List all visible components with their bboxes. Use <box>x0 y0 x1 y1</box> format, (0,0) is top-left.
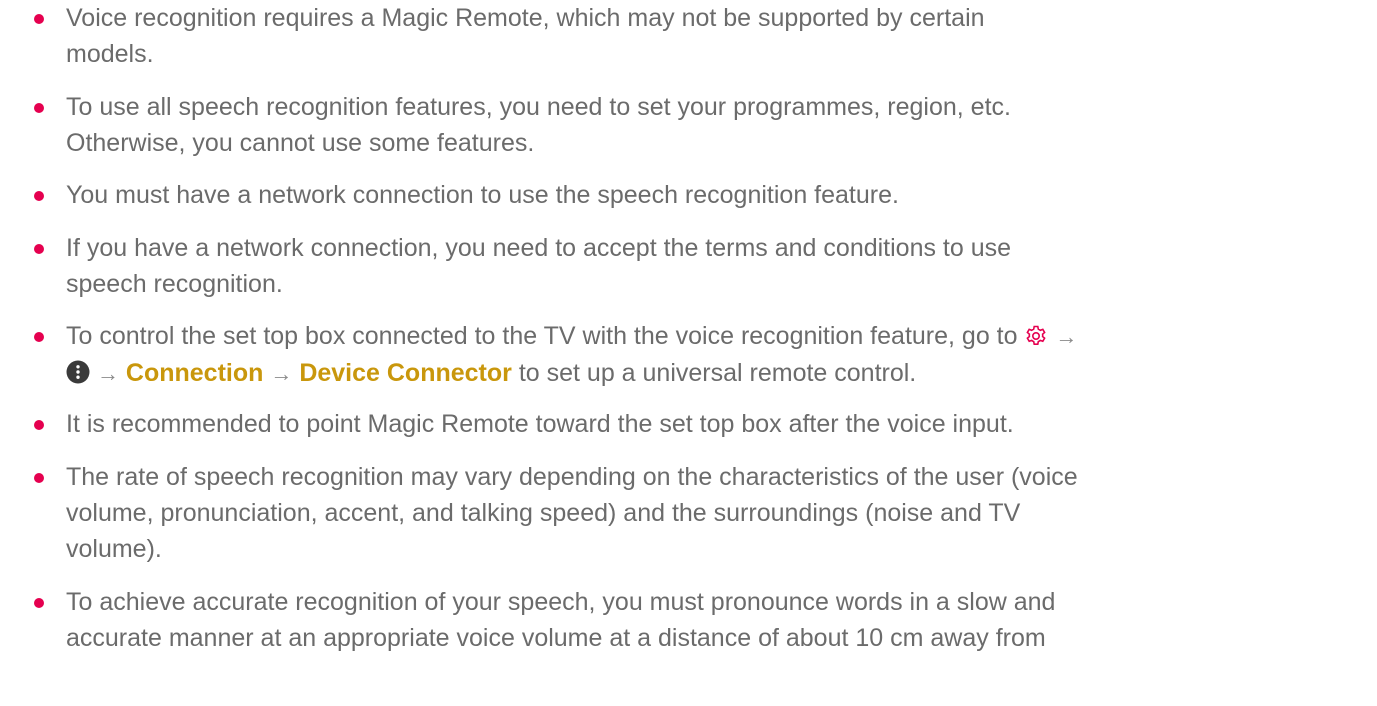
note-line: volume). <box>66 535 162 563</box>
note-text: To control the set top box connected to … <box>66 322 1018 350</box>
note-line: The rate of speech recognition may vary … <box>66 463 1078 491</box>
note-line: speech recognition. <box>66 270 283 298</box>
note-line: Otherwise, you cannot use some features. <box>66 129 535 157</box>
bullet-icon <box>34 191 44 201</box>
arrow-icon: → <box>270 361 293 386</box>
note-text: to set up a universal remote control. <box>518 359 917 387</box>
list-item: To use all speech recognition features, … <box>30 89 1011 161</box>
bullet-icon <box>34 103 44 113</box>
list-item: It is recommended to point Magic Remote … <box>30 406 1014 442</box>
note-line: Voice recognition requires a Magic Remot… <box>66 4 985 32</box>
gear-icon <box>1026 325 1047 345</box>
arrow-icon: → <box>96 361 119 386</box>
bullet-icon <box>34 598 44 608</box>
menu-path-connection: Connection <box>125 359 264 387</box>
list-item: The rate of speech recognition may vary … <box>30 459 1078 567</box>
note-line: → Connection → Device Connector to set u… <box>66 355 1077 392</box>
note-line: It is recommended to point Magic Remote … <box>66 410 1014 438</box>
note-line: To achieve accurate recognition of your … <box>66 588 1056 616</box>
bullet-icon <box>34 14 44 24</box>
note-line: You must have a network connection to us… <box>66 181 899 209</box>
note-line: volume, pronunciation, accent, and talki… <box>66 499 1021 527</box>
list-item: You must have a network connection to us… <box>30 177 899 213</box>
bullet-icon <box>34 244 44 254</box>
list-item: To achieve accurate recognition of your … <box>30 584 1055 656</box>
note-line: To control the set top box connected to … <box>66 318 1077 355</box>
note-line: If you have a network connection, you ne… <box>66 234 1012 262</box>
list-item: To control the set top box connected to … <box>30 318 1077 392</box>
bullet-icon <box>34 473 44 483</box>
menu-path-device-connector: Device Connector <box>299 359 512 387</box>
bullet-icon <box>34 420 44 430</box>
arrow-icon: → <box>1055 324 1078 349</box>
note-line: models. <box>66 40 154 68</box>
list-item: If you have a network connection, you ne… <box>30 230 1011 302</box>
note-line: To use all speech recognition features, … <box>66 93 1011 121</box>
bullet-icon <box>34 332 44 342</box>
note-line: accurate manner at an appropriate voice … <box>66 624 1046 652</box>
list-item: Voice recognition requires a Magic Remot… <box>30 0 985 72</box>
more-options-icon <box>66 360 90 384</box>
